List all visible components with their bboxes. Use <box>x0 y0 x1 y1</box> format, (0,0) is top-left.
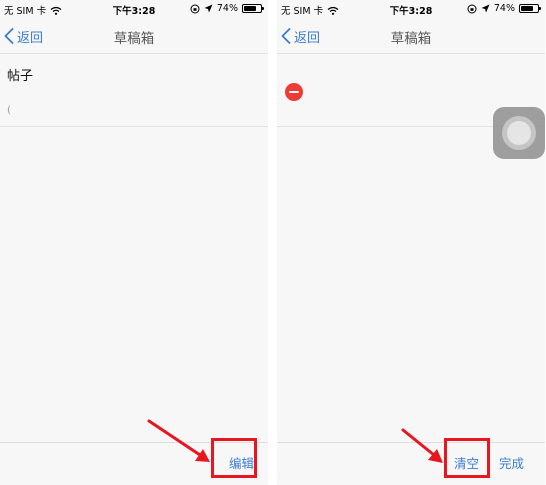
status-right: 74% <box>190 3 264 14</box>
orientation-lock-icon <box>190 4 200 13</box>
screen-drafts-normal: 无 SIM 卡 下午3:28 74% 返回 草稿箱 帖子 (编辑 <box>0 0 268 485</box>
navigation-bar: 返回 草稿箱 <box>277 18 545 54</box>
highlight-box-clear <box>444 438 490 478</box>
page-title: 草稿箱 <box>113 31 155 47</box>
minus-bar <box>289 91 299 93</box>
assistive-touch-ring <box>502 116 536 150</box>
page-title: 草稿箱 <box>390 31 432 47</box>
draft-list-item[interactable]: 帖子 ( <box>0 55 268 127</box>
bottom-toolbar: 清空 完成 <box>277 442 545 485</box>
status-bar: 无 SIM 卡 下午3:28 74% <box>0 0 268 18</box>
delete-minus-icon[interactable] <box>285 83 303 101</box>
battery-percent: 74% <box>493 3 515 14</box>
navigation-bar: 返回 草稿箱 <box>0 18 268 54</box>
draft-title: 帖子 <box>7 69 34 84</box>
location-arrow-icon <box>481 4 490 13</box>
screen-drafts-editing: 无 SIM 卡 下午3:28 74% 返回 草稿箱 清空 完成 <box>277 0 545 485</box>
location-arrow-icon <box>204 4 213 13</box>
done-button[interactable]: 完成 <box>499 453 524 472</box>
draft-snippet: ( <box>7 105 11 116</box>
status-bar: 无 SIM 卡 下午3:28 74% <box>277 0 545 18</box>
battery-fill <box>244 6 256 11</box>
highlight-box-edit <box>211 438 257 478</box>
orientation-lock-icon <box>467 4 477 13</box>
assistive-touch-button[interactable] <box>493 107 545 159</box>
battery-percent: 74% <box>216 3 238 14</box>
status-right: 74% <box>467 3 541 14</box>
battery-icon <box>242 4 264 13</box>
battery-icon <box>519 4 541 13</box>
battery-fill <box>521 6 533 11</box>
assistive-touch-core <box>507 121 531 145</box>
